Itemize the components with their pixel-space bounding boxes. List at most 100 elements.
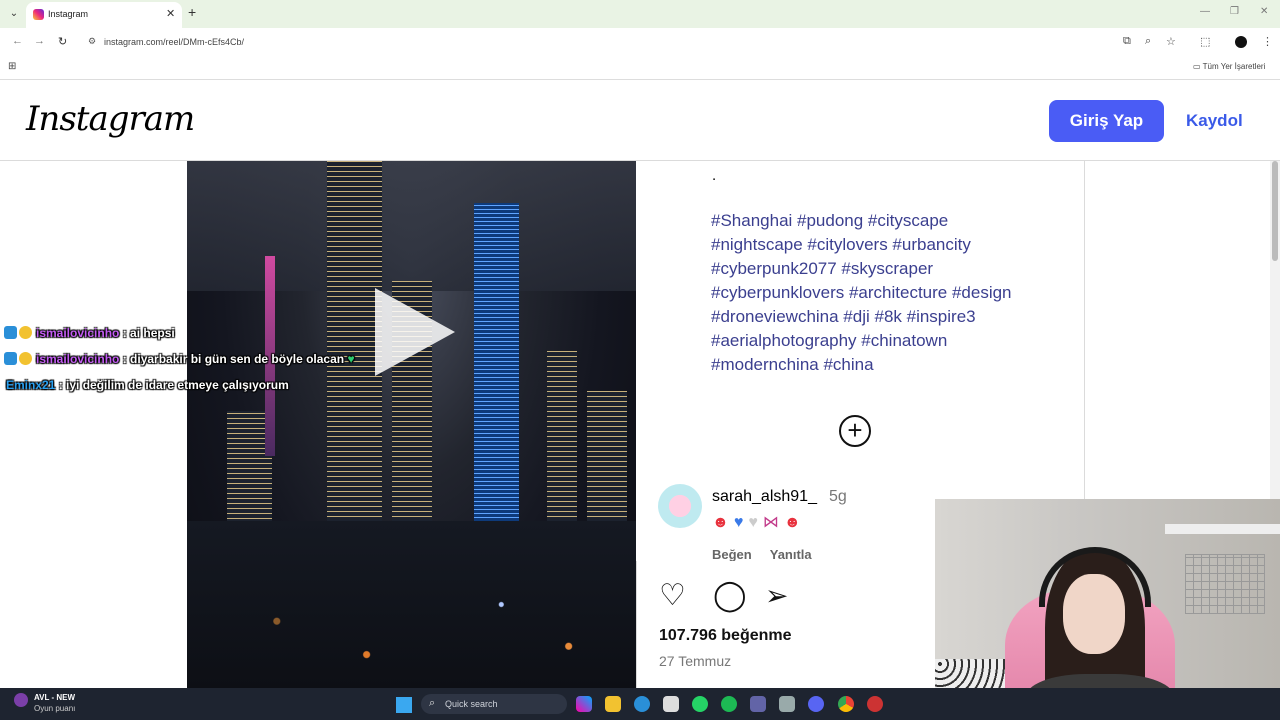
back-icon[interactable]: ← xyxy=(12,35,23,47)
chrome-icon[interactable] xyxy=(838,696,854,712)
chat-emoji-icon xyxy=(19,352,32,365)
caption-dot: . xyxy=(712,167,717,184)
login-button[interactable]: Giriş Yap xyxy=(1049,100,1164,142)
game-widget-title: AVL - NEW xyxy=(34,693,76,702)
comment-bubble-icon[interactable]: ◯ xyxy=(713,579,747,613)
like-comment-link[interactable]: Beğen xyxy=(712,547,752,562)
reply-comment-link[interactable]: Yanıtla xyxy=(770,547,812,562)
spotify-icon[interactable] xyxy=(721,696,737,712)
white-heart-emoji-icon: ♥ xyxy=(748,514,763,531)
play-icon[interactable] xyxy=(375,288,455,376)
tab-instagram[interactable]: Instagram ✕ xyxy=(26,2,182,28)
browser-chrome: ⌄ Instagram ✕ + — ❐ ✕ ← → ↻ ⚙ instagram.… xyxy=(0,0,1280,80)
comment-emojis: ☻♥♥⋈☻ xyxy=(712,512,806,532)
instagram-favicon-icon xyxy=(33,9,44,20)
file-explorer-icon[interactable] xyxy=(605,696,621,712)
bookmark-star-icon[interactable]: ☆ xyxy=(1166,35,1176,48)
reload-icon[interactable]: ↻ xyxy=(58,35,67,48)
butterfly-emoji-icon: ⋈ xyxy=(762,514,784,531)
hashtag-line[interactable]: #Shanghai #pudong #cityscape xyxy=(711,209,1071,233)
game-widget-icon[interactable] xyxy=(14,693,28,707)
headset-icon xyxy=(1039,547,1151,607)
new-tab-button[interactable]: + xyxy=(188,4,196,20)
share-send-icon[interactable]: ➢ xyxy=(765,579,799,613)
all-bookmarks-folder[interactable]: ▭ Tüm Yer İşaretleri xyxy=(1193,62,1265,71)
chat-username: Eminx21 xyxy=(6,378,56,392)
chat-username: ismailovicinho xyxy=(36,326,120,340)
zoom-icon[interactable]: ⌕ xyxy=(1145,35,1151,48)
instagram-header: Instagram Giriş Yap Kaydol xyxy=(0,81,1280,161)
chat-emoji-icon xyxy=(19,326,32,339)
tab-bar: ⌄ Instagram ✕ + — ❐ ✕ xyxy=(0,0,1280,28)
chat-text: : diyarbakir bi gün sen de böyle olacan xyxy=(122,352,345,366)
close-icon[interactable]: ✕ xyxy=(166,7,175,20)
instagram-logo[interactable]: Instagram xyxy=(26,99,195,139)
comment-actions: Beğen Yanıtla xyxy=(712,547,830,562)
profile-avatar[interactable] xyxy=(1235,36,1247,48)
discord-icon[interactable] xyxy=(808,696,824,712)
extensions-icon[interactable]: ⬚ xyxy=(1200,35,1210,48)
comment-time: 5g xyxy=(829,488,847,505)
forward-icon[interactable]: → xyxy=(34,35,45,47)
video-sky xyxy=(187,161,636,291)
video-city-lights xyxy=(187,521,636,688)
avatar[interactable] xyxy=(658,484,702,528)
signup-link[interactable]: Kaydol xyxy=(1186,111,1243,131)
video-tower-swfc xyxy=(474,203,519,553)
teams-icon[interactable] xyxy=(750,696,766,712)
chat-username: ismailovicinho xyxy=(36,352,120,366)
menu-icon[interactable]: ⋮ xyxy=(1262,35,1273,48)
windows-start-icon[interactable] xyxy=(396,697,412,713)
post-date: 27 Temmuz xyxy=(659,653,732,669)
site-info-icon[interactable]: ⚙ xyxy=(88,36,96,47)
chat-message: ismailovicinho : diyarbakir bi gün sen d… xyxy=(4,352,355,366)
hashtag-line[interactable]: #cyberpunklovers #architecture #design xyxy=(711,281,1071,305)
address-bar[interactable]: ⚙ instagram.com/reel/DMm-cEfs4Cb/ xyxy=(80,32,1110,52)
webcam-wall-grid xyxy=(1185,554,1265,614)
all-bookmarks-label: Tüm Yer İşaretleri xyxy=(1202,62,1266,71)
restore-icon[interactable]: ❐ xyxy=(1230,6,1239,17)
chat-message: ismailovicinho : ai hepsi xyxy=(4,326,175,340)
add-circle-icon[interactable]: + xyxy=(839,415,871,447)
webcam-shelf xyxy=(1165,524,1280,534)
hashtag-line[interactable]: #modernchina #china xyxy=(711,353,1071,377)
comment-username[interactable]: sarah_alsh91_ xyxy=(712,488,817,506)
recording-app-icon[interactable] xyxy=(867,696,883,712)
heart-eyes-emoji-icon: ☻ xyxy=(712,514,734,531)
chat-message: Eminx21 : iyi değilim de idare etmeye ça… xyxy=(6,378,289,392)
app-icon[interactable] xyxy=(779,696,795,712)
minimize-icon[interactable]: — xyxy=(1200,6,1210,17)
chat-text: : ai hepsi xyxy=(122,326,175,340)
bookmarks-bar: ⊞ ▭ Tüm Yer İşaretleri xyxy=(0,56,1280,80)
taskbar: AVL - NEW Oyun puanı ⌕ Quick search xyxy=(0,688,1280,720)
chat-badge-icon xyxy=(4,352,17,365)
hashtag-line[interactable]: #cyberpunk2077 #skyscraper xyxy=(711,257,1071,281)
url-text: instagram.com/reel/DMm-cEfs4Cb/ xyxy=(104,37,245,47)
panel-divider xyxy=(1084,161,1085,501)
hashtag-list: #Shanghai #pudong #cityscape #nightscape… xyxy=(711,209,1071,377)
hashtag-line[interactable]: #aerialphotography #chinatown xyxy=(711,329,1071,353)
tab-title: Instagram xyxy=(48,9,89,19)
green-heart-icon: ♥ xyxy=(347,352,355,366)
taskbar-search[interactable]: ⌕ Quick search xyxy=(421,694,567,714)
hashtag-line[interactable]: #nightscape #citylovers #urbancity xyxy=(711,233,1071,257)
hashtag-line[interactable]: #droneviewchina #dji #8k #inspire3 xyxy=(711,305,1071,329)
window-close-icon[interactable]: ✕ xyxy=(1260,6,1268,17)
webcam-overlay xyxy=(935,499,1280,720)
apps-grid-icon[interactable]: ⊞ xyxy=(8,61,16,72)
copilot-icon[interactable] xyxy=(576,696,592,712)
reel-video[interactable] xyxy=(187,161,636,688)
game-widget-subtitle: Oyun puanı xyxy=(34,704,76,713)
heart-eyes-emoji-icon: ☻ xyxy=(783,514,806,531)
whatsapp-icon[interactable] xyxy=(692,696,708,712)
like-heart-icon[interactable]: ♡ xyxy=(659,579,693,613)
store-icon[interactable] xyxy=(663,696,679,712)
search-icon: ⌕ xyxy=(429,697,436,709)
scrollbar-thumb[interactable] xyxy=(1272,161,1278,261)
install-app-icon[interactable]: ⧉ xyxy=(1123,35,1131,48)
chat-badge-icon xyxy=(4,326,17,339)
edge-icon[interactable] xyxy=(634,696,650,712)
taskbar-search-placeholder: Quick search xyxy=(445,699,498,709)
tab-search-icon[interactable]: ⌄ xyxy=(6,6,22,22)
like-count[interactable]: 107.796 beğenme xyxy=(659,627,792,645)
